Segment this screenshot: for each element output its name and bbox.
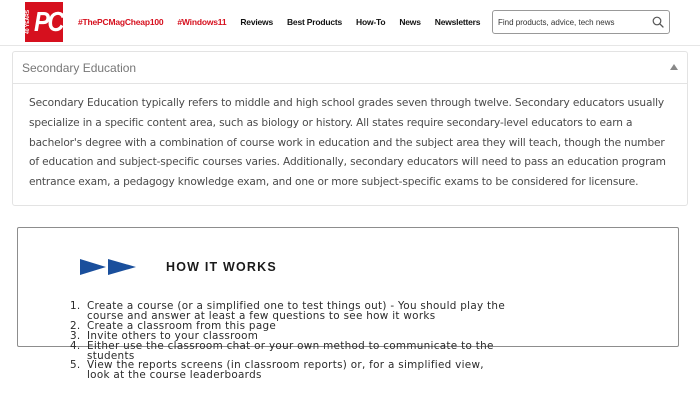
step-number: 1. [70,300,81,312]
how-it-works-steps: 1. Create a course (or a simplified one … [70,300,670,382]
step-item: 5. View the reports screens (in classroo… [70,359,670,382]
nav-item-windows11[interactable]: #Windows11 [177,17,226,27]
accordion-header[interactable]: Secondary Education [13,52,687,84]
step-text: View the reports screens (in classroom r… [87,360,484,382]
nav-item-newsletters[interactable]: Newsletters [435,17,481,27]
accordion-body-text: Secondary Education typically refers to … [29,94,679,193]
logo-years: 40 YEARS [25,9,31,35]
site-header: 40 YEARS PC #ThePCMagCheap100 #Windows11… [0,0,700,46]
logo-brand: PC [34,6,65,37]
nav-item-how-to[interactable]: How-To [356,17,386,27]
step-line: Either use the classroom chat or your ow… [87,339,494,352]
double-arrow-icon [80,259,136,275]
nav-item-reviews[interactable]: Reviews [240,17,273,27]
body-line: entrance exam, a pedagogy knowledge exam… [29,176,639,189]
pcmag-logo[interactable]: 40 YEARS PC [25,2,65,42]
nav-item-best-products[interactable]: Best Products [287,17,342,27]
caret-up-icon[interactable] [670,64,678,70]
search-icon[interactable] [651,15,665,29]
search-input[interactable] [498,14,648,30]
body-line: Secondary Education typically refers to … [29,97,665,109]
step-line: look at the course leaderboards [87,369,262,382]
step-item: 1. Create a course (or a simplified one … [70,300,670,322]
nav-item-news[interactable]: News [399,17,421,27]
body-line: of education and subject-specific course… [29,156,666,169]
search-box [492,10,670,34]
nav-item-pcmagcheap100[interactable]: #ThePCMagCheap100 [78,17,164,27]
main-nav: #ThePCMagCheap100 #Windows11 Reviews Bes… [78,17,494,27]
step-number: 5. [70,359,81,372]
how-it-works-heading: HOW IT WORKS [166,260,277,274]
accordion-title: Secondary Education [22,61,137,75]
secondary-education-accordion: Secondary Education Secondary Education … [12,51,688,206]
body-line: bachelor's degree with a combination of … [29,136,665,149]
body-line: specialize in a specific content area, s… [29,116,633,129]
step-text: Create a course (or a simplified one to … [87,301,505,322]
